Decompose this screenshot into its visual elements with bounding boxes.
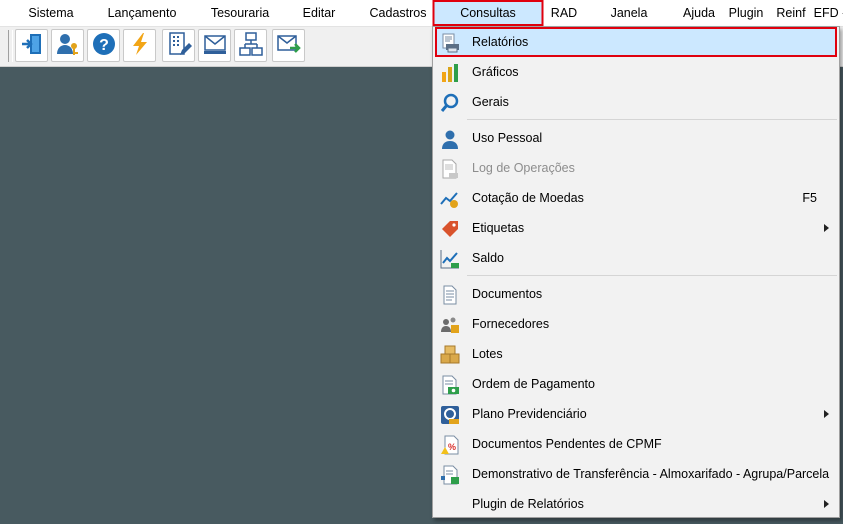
menu-item-log-operacoes[interactable]: Log de Operações [435, 153, 837, 183]
menu-item-ordem-pagamento[interactable]: Ordem de Pagamento [435, 369, 837, 399]
network-icon [238, 31, 264, 60]
menu-item-label: Log de Operações [472, 161, 575, 175]
menu-item-relatorios[interactable]: Relatórios [435, 27, 837, 57]
transfer-report-icon [440, 465, 460, 485]
company-button[interactable] [162, 29, 195, 62]
send-mail-button[interactable] [272, 29, 305, 62]
lightning-icon [127, 31, 153, 60]
submenu-arrow-icon [824, 500, 829, 508]
help-button[interactable]: ? [87, 29, 120, 62]
menu-item-label: Plugin de Relatórios [472, 497, 584, 511]
menu-item-gerais[interactable]: Gerais [435, 87, 837, 117]
menu-lancamento[interactable]: Lançamento [108, 0, 177, 26]
menu-item-documentos[interactable]: Documentos [435, 279, 837, 309]
menu-cadastros[interactable]: Cadastros [370, 0, 427, 26]
menu-item-label: Gráficos [472, 65, 519, 79]
menu-item-label: Ordem de Pagamento [472, 377, 595, 391]
menu-editar[interactable]: Editar [303, 0, 336, 26]
user-access-button[interactable] [51, 29, 84, 62]
menu-reinf[interactable]: Reinf [776, 0, 805, 26]
magnifier-icon [440, 93, 460, 113]
menu-ajuda[interactable]: Ajuda [683, 0, 715, 26]
suppliers-icon [440, 315, 460, 335]
menu-item-label: Documentos Pendentes de CPMF [472, 437, 662, 451]
menu-item-label: Lotes [472, 347, 503, 361]
menu-item-documentos-pendentes-cpmf[interactable]: % Documentos Pendentes de CPMF [435, 429, 837, 459]
price-tag-icon [440, 219, 460, 239]
report-printer-icon [440, 33, 460, 53]
exit-door-icon [19, 31, 45, 60]
log-file-icon [440, 159, 460, 179]
submenu-arrow-icon [824, 224, 829, 232]
currency-chart-icon [440, 189, 460, 209]
document-icon [440, 285, 460, 305]
person-icon [440, 129, 460, 149]
pension-plan-icon [440, 405, 460, 425]
help-icon: ? [91, 31, 117, 60]
menu-item-cotacao-moedas[interactable]: Cotação de Moedas F5 [435, 183, 837, 213]
quick-action-button[interactable] [123, 29, 156, 62]
menu-item-fornecedores[interactable]: Fornecedores [435, 309, 837, 339]
user-key-icon [55, 31, 81, 60]
pending-docs-icon: % [440, 435, 460, 455]
menu-item-label: Gerais [472, 95, 509, 109]
menu-item-label: Saldo [472, 251, 504, 265]
menu-item-label: Documentos [472, 287, 543, 301]
menu-separator [467, 275, 837, 276]
shortcut-label: F5 [802, 191, 817, 205]
building-edit-icon [166, 31, 192, 60]
menu-item-etiquetas[interactable]: Etiquetas [435, 213, 837, 243]
menu-item-plugin-relatorios[interactable]: Plugin de Relatórios [435, 489, 837, 519]
inbox-button[interactable] [198, 29, 231, 62]
bar-chart-icon [440, 63, 460, 83]
svg-text:%: % [448, 442, 456, 452]
balance-chart-icon [440, 249, 460, 269]
network-button[interactable] [234, 29, 267, 62]
menu-item-plano-previdenciario[interactable]: Plano Previdenciário [435, 399, 837, 429]
menu-plugin[interactable]: Plugin [729, 0, 764, 26]
menu-janela[interactable]: Janela [611, 0, 648, 26]
boxes-icon [440, 345, 460, 365]
menu-bar: Sistema Lançamento Tesouraria Editar Cad… [0, 0, 843, 27]
menu-item-saldo[interactable]: Saldo [435, 243, 837, 273]
menu-item-label: Cotação de Moedas [472, 191, 584, 205]
menu-item-label: Fornecedores [472, 317, 550, 331]
menu-item-label: Etiquetas [472, 221, 525, 235]
menu-rad[interactable]: RAD [551, 0, 577, 26]
mail-send-icon [276, 31, 302, 60]
menu-item-graficos[interactable]: Gráficos [435, 57, 837, 87]
menu-item-label: Demonstrativo de Transferência - Almoxar… [472, 467, 830, 481]
payment-order-icon [440, 375, 460, 395]
menu-tesouraria[interactable]: Tesouraria [211, 0, 269, 26]
toolbar-grip[interactable] [8, 30, 13, 62]
submenu-arrow-icon [824, 410, 829, 418]
menu-item-uso-pessoal[interactable]: Uso Pessoal [435, 123, 837, 153]
menu-item-label: Relatórios [472, 35, 529, 49]
mail-tray-icon [202, 31, 228, 60]
menu-consultas[interactable]: Consultas [432, 0, 544, 26]
menu-separator [467, 119, 837, 120]
menu-item-demonstrativo-transferencia[interactable]: Demonstrativo de Transferência - Almoxar… [435, 459, 837, 489]
menu-item-label: Uso Pessoal [472, 131, 543, 145]
menu-efd[interactable]: EFD - [814, 0, 843, 26]
menu-sistema[interactable]: Sistema [28, 0, 73, 26]
consultas-dropdown: Relatórios Gráficos Gerais Uso Pessoal L… [432, 26, 840, 518]
svg-text:?: ? [99, 37, 109, 54]
menu-item-label: Plano Previdenciário [472, 407, 587, 421]
exit-button[interactable] [15, 29, 48, 62]
menu-item-lotes[interactable]: Lotes [435, 339, 837, 369]
